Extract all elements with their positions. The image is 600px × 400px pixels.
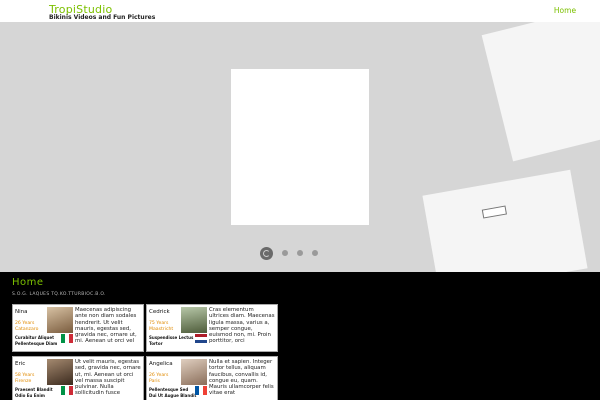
profile-description: Maecenas adipiscing ante non diam sodale… [75, 307, 137, 345]
profile-description: Ut velit mauris, egestas sed, gravida ne… [75, 359, 141, 397]
slider-dot-4[interactable] [312, 250, 318, 256]
profile-age: 58 Years [15, 373, 35, 378]
slide-card-bottom-right [422, 169, 588, 272]
profile-tag: Praesent Blandit [15, 387, 53, 392]
profile-city: Paris [149, 379, 160, 384]
profile-age: 26 Years [149, 373, 169, 378]
slide-card-top-right [481, 22, 600, 162]
profile-age: 26 Years [15, 321, 35, 326]
profile-tag: Dui Ut Augue Blandit [149, 393, 197, 398]
profile-name[interactable]: Angelica [149, 361, 173, 367]
profile-tag: Pellentesque Diam [15, 341, 58, 346]
profile-tag: Curabitur Aliquet [15, 335, 54, 340]
nav-home-link[interactable]: Home [530, 0, 600, 22]
profile-name[interactable]: Nina [15, 309, 28, 315]
profile-city: Firenze [15, 379, 32, 384]
slider-dot-3[interactable] [297, 250, 303, 256]
netherlands-flag-icon [195, 334, 207, 343]
hero-slider[interactable] [0, 22, 600, 272]
profile-tag: Pellentesque Sed [149, 387, 189, 392]
slider-dot-2[interactable] [282, 250, 288, 256]
profile-description: Cras elementum ultrices diam. Maecenas l… [209, 307, 275, 345]
profile-photo[interactable] [47, 307, 73, 333]
site-tagline: Bikinis Videos and Fun Pictures [49, 14, 156, 21]
profile-tag: Odio Eu Enim [15, 393, 45, 398]
profile-city: Maastricht [149, 327, 174, 332]
slider-pagination [260, 246, 318, 260]
profile-description: Nulla et sapien. Integer tortor tellus, … [209, 359, 274, 397]
profile-card[interactable]: Nina 26 Years Catanzaro Curabitur Alique… [12, 304, 144, 352]
profile-card[interactable]: Cedrick 75 Years Maastricht Suspendisse … [146, 304, 278, 352]
slider-dot-1-loading-icon[interactable] [260, 246, 273, 260]
profile-photo[interactable] [181, 359, 207, 385]
content-subtitle: S.O.G. LAQUES TQ.KO.TTURBIOC.B.O. [12, 292, 106, 297]
slide-card-center [231, 69, 369, 225]
slide-card-placeholder [481, 205, 507, 219]
france-flag-icon [195, 386, 207, 395]
site-header: TropiStudio Bikinis Videos and Fun Pictu… [0, 0, 600, 22]
profile-name[interactable]: Cedrick [149, 309, 170, 315]
content-title: Home [12, 277, 44, 288]
profile-tag: Suspendisse Lectus [149, 335, 194, 340]
profile-city: Catanzaro [15, 327, 39, 332]
profile-tag: Tortor [149, 341, 163, 346]
profile-photo[interactable] [47, 359, 73, 385]
italy-flag-icon [61, 386, 73, 395]
profile-photo[interactable] [181, 307, 207, 333]
profile-name[interactable]: Eric [15, 361, 25, 367]
italy-flag-icon [61, 334, 73, 343]
profile-card[interactable]: Angelica 26 Years Paris Pellentesque Sed… [146, 356, 278, 400]
profile-age: 75 Years [149, 321, 169, 326]
profile-card[interactable]: Eric 58 Years Firenze Praesent Blandit O… [12, 356, 144, 400]
